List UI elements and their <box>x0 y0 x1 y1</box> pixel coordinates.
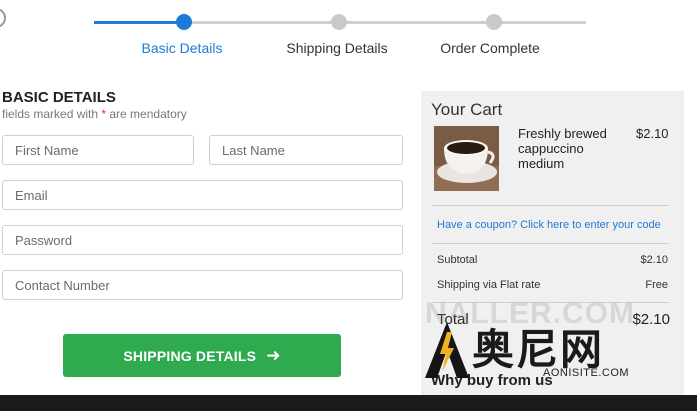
cart-title: Your Cart <box>431 100 503 119</box>
watermark-sub-text: AONISITE.COM <box>543 367 630 379</box>
step-label-basic-details[interactable]: Basic Details <box>142 40 223 56</box>
shipping-label: Shipping via Flat rate <box>437 279 541 291</box>
partial-circle-decoration <box>0 8 6 28</box>
cart-divider <box>432 243 669 244</box>
subtotal-label: Subtotal <box>437 254 478 266</box>
total-value: $2.10 <box>632 311 670 328</box>
stepper-progress-line <box>94 21 184 24</box>
step-dot-order-complete[interactable] <box>486 14 502 30</box>
last-name-input[interactable] <box>209 135 403 165</box>
required-note-suffix: are mendatory <box>106 107 187 121</box>
first-name-input[interactable] <box>2 135 194 165</box>
step-label-order-complete[interactable]: Order Complete <box>440 40 540 56</box>
email-input[interactable] <box>2 180 403 210</box>
step-dot-shipping-details[interactable] <box>331 14 347 30</box>
shipping-details-button[interactable]: SHIPPING DETAILS ➜ <box>63 334 341 377</box>
form-heading: BASIC DETAILS <box>2 89 116 106</box>
contact-number-input[interactable] <box>2 270 403 300</box>
arrow-right-icon: ➜ <box>266 346 281 365</box>
step-dot-basic-details[interactable] <box>176 14 192 30</box>
cart-item-name: Freshly brewed cappuccino medium <box>518 126 607 171</box>
coupon-link[interactable]: Have a coupon? Click here to enter your … <box>437 219 661 231</box>
shipping-details-button-label: SHIPPING DETAILS <box>123 347 257 364</box>
bottom-bar <box>0 395 697 411</box>
stepper-track-line <box>184 21 586 24</box>
password-input[interactable] <box>2 225 403 255</box>
step-label-shipping-details[interactable]: Shipping Details <box>286 40 387 56</box>
shipping-value: Free <box>645 279 668 291</box>
cart-divider <box>432 205 669 206</box>
cart-item-price: $2.10 <box>636 126 669 141</box>
form-required-note: fields marked with * are mendatory <box>2 107 187 121</box>
coffee-cup-image <box>434 126 499 191</box>
subtotal-value: $2.10 <box>640 254 668 266</box>
watermark-logo-icon <box>425 322 469 378</box>
required-note-prefix: fields marked with <box>2 107 102 121</box>
